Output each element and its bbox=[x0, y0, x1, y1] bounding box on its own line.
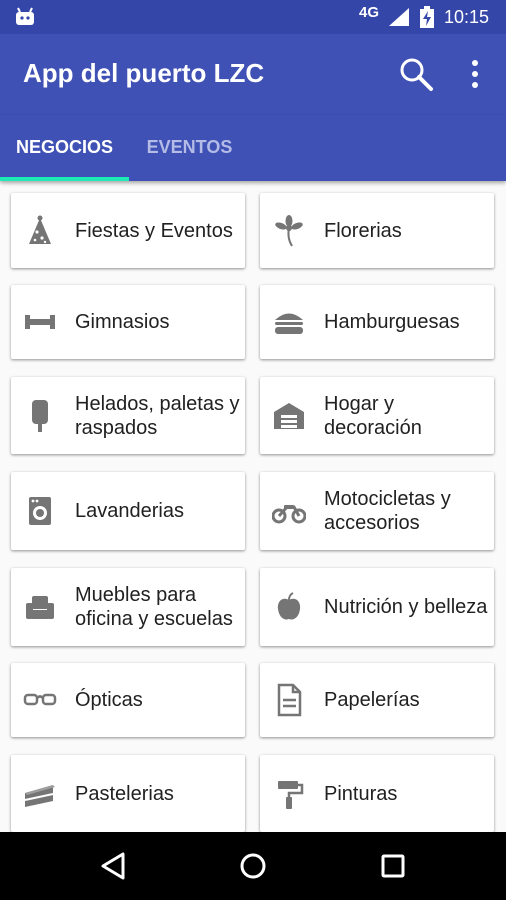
category-card-nutricion[interactable]: Nutrición y belleza bbox=[260, 568, 494, 646]
home-icon[interactable] bbox=[235, 848, 271, 884]
category-label: Pinturas bbox=[324, 782, 398, 805]
document-icon bbox=[277, 683, 302, 717]
category-label: Motocicletas y accesorios bbox=[324, 488, 451, 534]
category-grid: Fiestas y Eventos Florerias Gimnasios Ha… bbox=[0, 181, 506, 832]
app-title: App del puerto LZC bbox=[23, 58, 265, 88]
motorcycle-icon bbox=[272, 505, 306, 524]
flower-icon bbox=[275, 214, 303, 247]
popsicle-icon bbox=[32, 399, 48, 432]
back-icon[interactable] bbox=[95, 848, 131, 884]
category-label: Papelerías bbox=[324, 689, 420, 711]
glasses-icon bbox=[23, 693, 57, 706]
paint-roller-icon bbox=[278, 780, 304, 809]
category-label: Florerias bbox=[324, 219, 402, 242]
category-label: Nutrición y belleza bbox=[324, 596, 488, 618]
tab-negocios[interactable]: NEGOCIOS bbox=[0, 115, 129, 181]
search-icon[interactable] bbox=[398, 56, 434, 92]
armchair-icon bbox=[26, 596, 54, 619]
category-label: Lavanderias bbox=[75, 500, 184, 522]
category-label: Hogar y decoración bbox=[324, 392, 422, 439]
apple-icon bbox=[277, 592, 301, 620]
category-card-pastelerias[interactable]: Pastelerias bbox=[11, 755, 245, 832]
clock: 10:15 bbox=[444, 7, 490, 27]
category-label: Hamburguesas bbox=[324, 311, 460, 333]
more-options-icon[interactable] bbox=[462, 56, 488, 92]
category-card-motocicletas[interactable]: Motocicletas y accesorios bbox=[260, 472, 494, 550]
category-card-lavanderias[interactable]: Lavanderias bbox=[11, 472, 245, 550]
system-navigation-bar bbox=[0, 832, 506, 900]
category-label: Muebles para oficina y escuelas bbox=[75, 584, 233, 630]
category-card-gimnasios[interactable]: Gimnasios bbox=[11, 285, 245, 359]
dumbbell-icon bbox=[25, 315, 55, 329]
cake-slice-icon bbox=[24, 784, 55, 807]
category-card-pinturas[interactable]: Pinturas bbox=[260, 755, 494, 832]
network-type: 4G bbox=[359, 4, 380, 21]
burger-icon bbox=[275, 313, 303, 334]
category-label: Ópticas bbox=[75, 689, 143, 711]
category-label: Fiestas y Eventos bbox=[75, 219, 233, 242]
category-card-florerias[interactable]: Florerias bbox=[260, 193, 494, 268]
app-bar: App del puerto LZC bbox=[0, 34, 506, 115]
category-card-helados[interactable]: Helados, paletas y raspados bbox=[11, 377, 245, 454]
garage-icon bbox=[274, 402, 304, 429]
category-label: Helados, paletas y raspados bbox=[75, 392, 240, 439]
tab-bar: NEGOCIOS EVENTOS bbox=[0, 115, 506, 181]
category-card-opticas[interactable]: Ópticas bbox=[11, 663, 245, 737]
category-card-muebles[interactable]: Muebles para oficina y escuelas bbox=[11, 568, 245, 646]
recent-apps-icon[interactable] bbox=[375, 848, 411, 884]
category-card-hamburguesas[interactable]: Hamburguesas bbox=[260, 285, 494, 359]
signal-icon bbox=[389, 8, 409, 26]
category-card-fiestas[interactable]: Fiestas y Eventos bbox=[11, 193, 245, 268]
battery-charging-icon bbox=[420, 6, 434, 28]
category-label: Gimnasios bbox=[75, 311, 170, 333]
category-label: Pastelerias bbox=[75, 782, 174, 805]
category-card-hogar[interactable]: Hogar y decoración bbox=[260, 377, 494, 454]
status-bar: 4G 10:15 bbox=[0, 0, 506, 34]
category-card-papelerias[interactable]: Papelerías bbox=[260, 663, 494, 737]
android-notification-icon bbox=[16, 7, 34, 25]
party-hat-icon bbox=[29, 215, 51, 244]
tab-eventos[interactable]: EVENTOS bbox=[129, 115, 250, 181]
washing-machine-icon bbox=[29, 497, 51, 525]
